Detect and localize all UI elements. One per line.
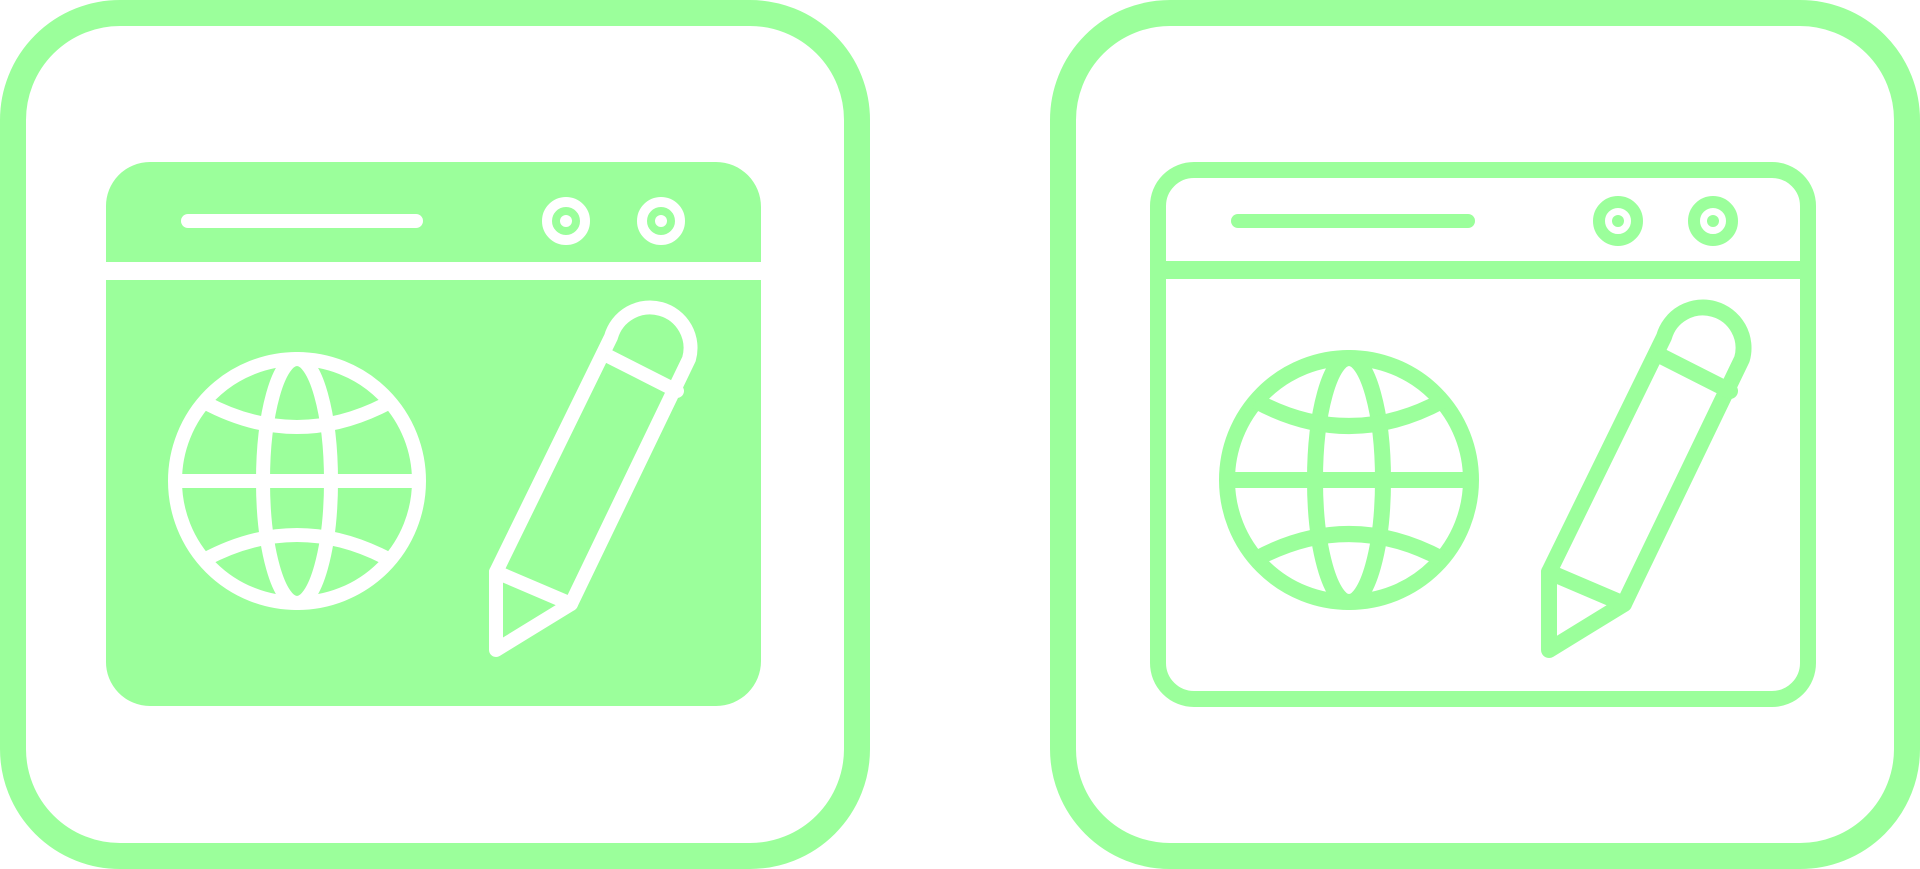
browser-toolbar	[105, 162, 761, 262]
web-design-glyph-icon	[0, 0, 870, 869]
web-design-outline-icon	[1050, 0, 1920, 869]
icon-canvas	[0, 0, 1920, 869]
pencil-icon	[1541, 299, 1752, 658]
web-design-outline-tile	[1050, 0, 1920, 869]
web-design-glyph-tile	[0, 0, 870, 869]
browser-window-icon	[105, 162, 761, 706]
tile-frame	[1050, 0, 1920, 869]
globe-icon	[1219, 350, 1479, 610]
browser-body	[105, 280, 761, 706]
